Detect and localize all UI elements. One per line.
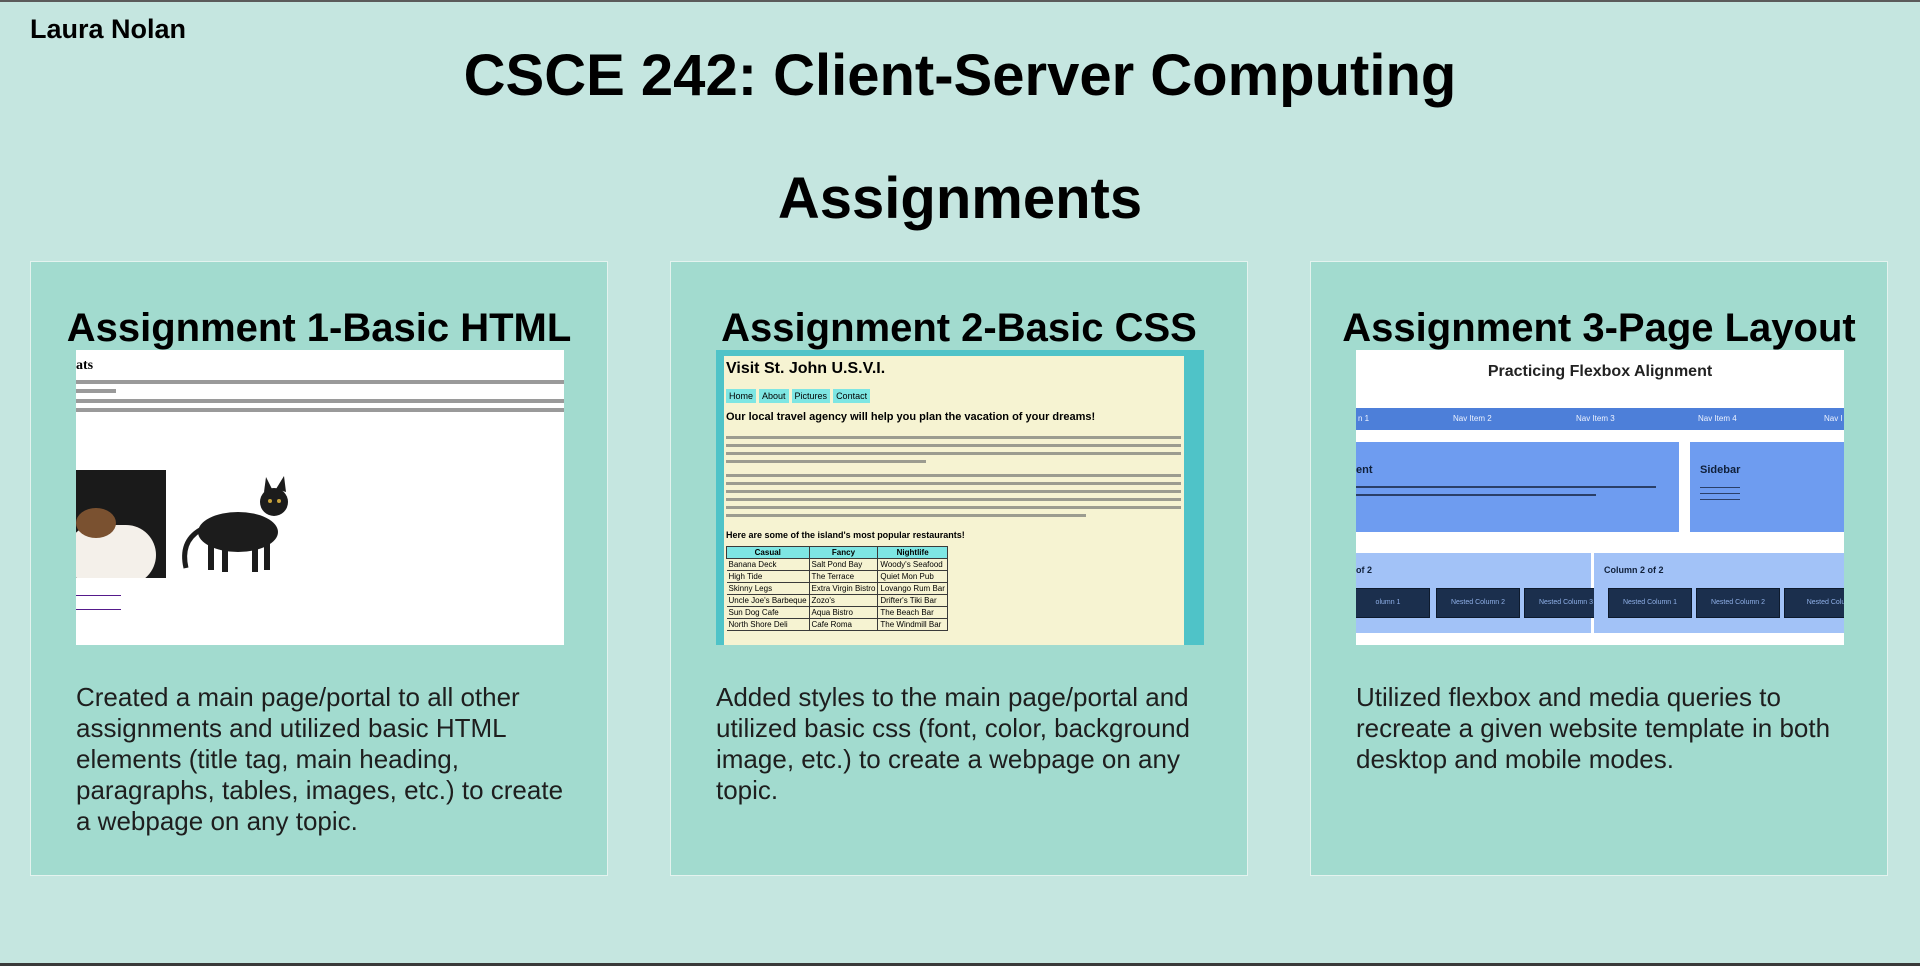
table-cell: Drifter's Tiki Bar [877,594,948,607]
table-cell: North Shore Deli [726,618,810,631]
assignment-description: Created a main page/portal to all other … [76,682,564,836]
preview-nav-about: About [759,389,789,403]
preview-sidebar-heading: Sidebar [1700,464,1741,476]
assignment-card-3[interactable]: Assignment 3-Page Layout Practicing Flex… [1310,261,1888,876]
table-cell: High Tide [726,570,810,583]
window-top-edge [0,0,1920,2]
table-cell: Salt Pond Bay [809,558,879,571]
table-cell: Quiet Mon Pub [877,570,948,583]
cat-photo-calico [76,470,166,578]
preview-nav-home: Home [726,389,757,403]
course-title: CSCE 242: Client-Server Computing [463,43,1457,108]
assignment-description: Added styles to the main page/portal and… [716,682,1191,805]
preview-nav-contact: Contact [833,389,871,403]
table-cell: Extra Virgin Bistro [809,582,879,595]
assignment-title[interactable]: Assignment 2-Basic CSS [671,306,1247,351]
preview-nav-item: Nav Item 2 [1453,414,1492,423]
preview-links [76,588,121,610]
preview-nested-column: olumn 1 [1356,588,1430,618]
author-name: Laura Nolan [30,14,187,44]
preview-column-heading: of 2 [1356,565,1373,575]
table-header: Nightlife [877,546,948,559]
table-row: North Shore Deli Cafe Roma The Windmill … [726,618,948,631]
assignment-preview-image[interactable]: Visit St. John U.S.V.I. Home About Pictu… [716,350,1204,645]
preview-heading: ats [76,358,94,373]
assignment-title[interactable]: Assignment 3-Page Layout [1311,306,1887,351]
table-cell: Cafe Roma [809,618,879,631]
table-header: Casual [726,546,810,559]
assignment-card-2[interactable]: Assignment 2-Basic CSS Visit St. John U.… [670,261,1248,876]
preview-heading: Visit St. John U.S.V.I. [726,360,886,377]
table-cell: Skinny Legs [726,582,810,595]
preview-nav-item: Nav I [1824,414,1843,423]
table-cell: Uncle Joe's Barbeque [726,594,810,607]
cat-photo-black [182,476,288,572]
preview-paragraph-lines [726,474,1181,522]
preview-page: Visit St. John U.S.V.I. Home About Pictu… [724,356,1184,645]
table-cell: Lovango Rum Bar [877,582,948,595]
table-row: Banana Deck Salt Pond Bay Woody's Seafoo… [726,558,948,571]
preview-column-heading: Column 2 of 2 [1604,565,1664,575]
table-cell: Zozo's [809,594,879,607]
preview-nav: Home About Pictures Contact [726,389,871,403]
preview-nav-item: Nav Item 4 [1698,414,1737,423]
preview-nested-column: Nested Colu [1784,588,1844,618]
table-row: Sun Dog Cafe Aqua Bistro The Beach Bar [726,606,948,619]
table-cell: Aqua Bistro [809,606,879,619]
preview-sidebar-box: Sidebar [1690,442,1844,532]
assignment-title[interactable]: Assignment 1-Basic HTML [31,306,607,351]
assignment-preview-image[interactable]: ats [76,350,564,645]
assignment-card-1[interactable]: Assignment 1-Basic HTML ats Created a ma… [30,261,608,876]
preview-nested-column: Nested Column 2 [1436,588,1520,618]
preview-restaurant-table: Casual Fancy Nightlife Banana Deck Salt … [726,546,948,631]
preview-nav-pictures: Pictures [791,389,831,403]
preview-paragraph-lines [726,436,1181,468]
table-cell: The Beach Bar [877,606,948,619]
section-title: Assignments [777,166,1143,231]
preview-nested-column: Nested Column 1 [1608,588,1692,618]
table-cell: The Windmill Bar [877,618,948,631]
table-cell: Sun Dog Cafe [726,606,810,619]
preview-content-box: ent [1356,442,1679,532]
preview-lead: Our local travel agency will help you pl… [726,411,1096,423]
table-header: Fancy [808,546,879,559]
assignment-description: Utilized flexbox and media queries to re… [1356,682,1831,774]
preview-nav: n 1 Nav Item 2 Nav Item 3 Nav Item 4 Nav… [1356,408,1844,430]
preview-column-1: of 2 olumn 1 Nested Column 2 Nested Colu… [1356,553,1608,633]
preview-content-heading: ent [1356,464,1373,476]
preview-paragraph-lines [76,380,564,417]
assignment-preview-image[interactable]: Practicing Flexbox Alignment n 1 Nav Ite… [1356,350,1844,645]
table-row: High Tide The Terrace Quiet Mon Pub [726,570,948,583]
table-cell: Woody's Seafood [877,558,948,571]
preview-nav-item: n 1 [1358,414,1370,423]
table-cell: Banana Deck [726,558,810,571]
table-cell: The Terrace [809,570,879,583]
table-row: Skinny Legs Extra Virgin Bistro Lovango … [726,582,948,595]
preview-title: Practicing Flexbox Alignment [1487,363,1713,380]
preview-nested-column: Nested Column 2 [1696,588,1780,618]
preview-column-2: Column 2 of 2 Nested Column 1 Nested Col… [1594,553,1844,633]
table-row: Uncle Joe's Barbeque Zozo's Drifter's Ti… [726,594,948,607]
preview-subheading: Here are some of the island's most popul… [726,530,965,540]
preview-nav-item: Nav Item 3 [1576,414,1615,423]
